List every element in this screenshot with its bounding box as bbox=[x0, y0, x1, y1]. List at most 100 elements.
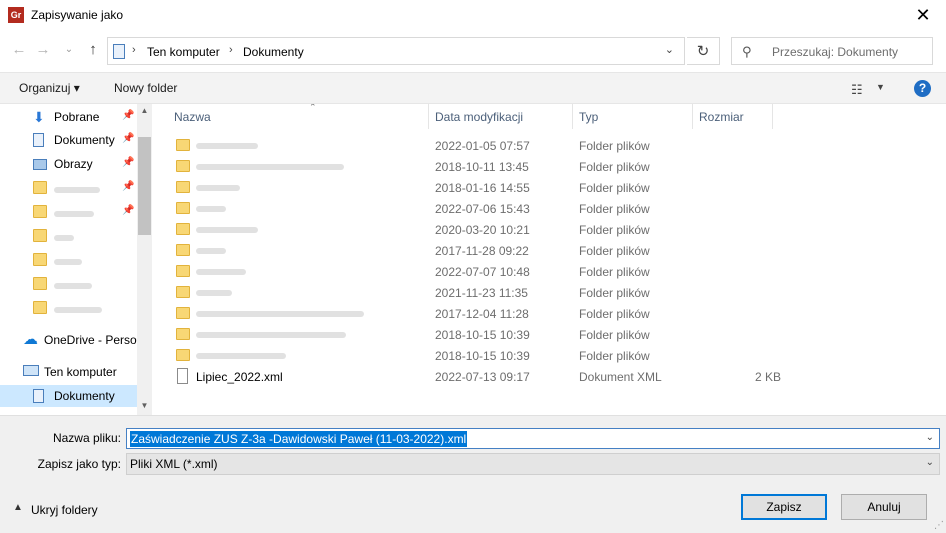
file-list[interactable]: Nazwa ⌃ Data modyfikacji Typ Rozmiar 202… bbox=[152, 104, 946, 415]
file-type: Folder plików bbox=[579, 328, 650, 342]
breadcrumb-documents[interactable]: Dokumenty bbox=[243, 45, 304, 59]
redacted-label bbox=[196, 206, 226, 212]
filetype-select[interactable]: Pliki XML (*.xml) ⌄ bbox=[126, 453, 940, 475]
save-button[interactable]: Zapisz bbox=[741, 494, 827, 520]
file-type: Folder plików bbox=[579, 181, 650, 195]
sidebar-item[interactable]: Ten komputer bbox=[0, 361, 137, 383]
navigation-bar: ← → ⌄ ↑ › Ten komputer › Dokumenty ⌄ ↻ ⚲… bbox=[0, 34, 946, 68]
xml-file-icon bbox=[177, 368, 188, 384]
file-type: Folder plików bbox=[579, 223, 650, 237]
sidebar-item-label: Dokumenty bbox=[54, 389, 115, 403]
redacted-label bbox=[196, 143, 258, 149]
folder-icon bbox=[33, 229, 47, 242]
address-dropdown-icon[interactable]: ⌄ bbox=[665, 43, 674, 56]
breadcrumb-separator-icon[interactable]: › bbox=[229, 44, 233, 56]
file-type: Folder plików bbox=[579, 139, 650, 153]
sidebar-item-label: Obrazy bbox=[54, 157, 93, 171]
chevron-down-icon[interactable]: ⌄ bbox=[926, 457, 934, 468]
view-options-icon[interactable]: ☷ bbox=[851, 82, 863, 98]
modified-date: 2022-07-07 10:48 bbox=[435, 265, 530, 279]
folder-icon bbox=[33, 181, 47, 194]
search-box[interactable]: ⚲ Przeszukaj: Dokumenty bbox=[731, 37, 933, 65]
sidebar-scrollbar[interactable]: ▲ ▼ bbox=[137, 104, 152, 415]
up-arrow-icon[interactable]: ↑ bbox=[84, 40, 102, 60]
sidebar-item[interactable]: 📌 bbox=[0, 201, 137, 223]
sidebar-item[interactable]: Obrazy 📌 bbox=[0, 153, 137, 175]
modified-date: 2018-10-15 10:39 bbox=[435, 328, 530, 342]
redacted-label bbox=[196, 164, 344, 170]
table-row[interactable]: 2021-11-23 11:35 Folder plików bbox=[168, 282, 938, 303]
documents-icon bbox=[33, 389, 44, 403]
sidebar-item[interactable]: ⬇ Pobrane 📌 bbox=[0, 106, 137, 128]
redacted-label bbox=[196, 311, 364, 317]
modified-date: 2018-10-11 13:45 bbox=[435, 160, 529, 174]
documents-icon bbox=[113, 44, 125, 59]
sidebar-item[interactable] bbox=[0, 273, 137, 295]
table-row[interactable]: Lipiec_2022.xml 2022-07-13 09:17 Dokument … bbox=[168, 366, 938, 387]
table-row[interactable]: 2022-07-07 10:48 Folder plików bbox=[168, 261, 938, 282]
sidebar-item[interactable]: ☁ OneDrive - Perso bbox=[0, 329, 137, 351]
filename-value[interactable]: Zaświadczenie ZUS Z-3a -Dawidowski Paweł… bbox=[130, 431, 468, 447]
resize-grip-icon[interactable]: ⋰ bbox=[934, 520, 944, 531]
table-row[interactable]: 2022-07-06 15:43 Folder plików bbox=[168, 198, 938, 219]
table-row[interactable]: 2022-01-05 07:57 Folder plików bbox=[168, 135, 938, 156]
folder-icon bbox=[33, 301, 47, 314]
file-type: Folder plików bbox=[579, 244, 650, 258]
chevron-down-icon[interactable]: ⌄ bbox=[926, 432, 934, 443]
folder-icon bbox=[176, 223, 190, 235]
scroll-up-icon[interactable]: ▲ bbox=[137, 106, 152, 115]
save-panel: Nazwa pliku: Zaświadczenie ZUS Z-3a -Daw… bbox=[0, 415, 946, 533]
navigation-pane[interactable]: ⬇ Pobrane 📌 Dokumenty 📌 Obrazy 📌 📌 📌 ☁ OneDrive - … bbox=[0, 104, 152, 415]
forward-arrow-icon[interactable]: → bbox=[34, 40, 52, 60]
modified-date: 2022-07-06 15:43 bbox=[435, 202, 530, 216]
sidebar-item[interactable]: Dokumenty bbox=[0, 385, 137, 407]
redacted-label bbox=[54, 187, 100, 193]
table-row[interactable]: 2020-03-20 10:21 Folder plików bbox=[168, 219, 938, 240]
redacted-label bbox=[196, 185, 240, 191]
pin-icon: 📌 bbox=[122, 110, 135, 121]
table-row[interactable]: 2018-10-11 13:45 Folder plików bbox=[168, 156, 938, 177]
redacted-label bbox=[54, 307, 102, 313]
recent-locations-dropdown-icon[interactable]: ⌄ bbox=[60, 40, 78, 60]
redacted-label bbox=[196, 332, 346, 338]
breadcrumb-this-pc[interactable]: Ten komputer bbox=[147, 45, 220, 59]
modified-date: 2018-10-15 10:39 bbox=[435, 349, 530, 363]
table-row[interactable]: 2017-11-28 09:22 Folder plików bbox=[168, 240, 938, 261]
column-header-label: Rozmiar bbox=[699, 110, 744, 124]
address-bar[interactable]: › Ten komputer › Dokumenty ⌄ bbox=[107, 37, 685, 65]
file-type: Folder plików bbox=[579, 286, 650, 300]
folder-icon bbox=[176, 265, 190, 277]
cancel-button[interactable]: Anuluj bbox=[841, 494, 927, 520]
file-size: 2 KB bbox=[754, 370, 781, 384]
breadcrumb-separator-icon[interactable]: › bbox=[132, 44, 136, 56]
file-type: Folder plików bbox=[579, 307, 650, 321]
sidebar-item[interactable] bbox=[0, 297, 137, 319]
folder-icon bbox=[33, 253, 47, 266]
file-type: Folder plików bbox=[579, 265, 650, 279]
sidebar-item[interactable]: 📌 bbox=[0, 177, 137, 199]
table-row[interactable]: 2018-10-15 10:39 Folder plików bbox=[168, 345, 938, 366]
back-arrow-icon[interactable]: ← bbox=[10, 40, 28, 60]
refresh-button[interactable]: ↻ bbox=[687, 37, 720, 65]
sidebar-item[interactable] bbox=[0, 249, 137, 271]
scroll-thumb[interactable] bbox=[138, 137, 151, 235]
column-header-size[interactable]: Rozmiar bbox=[693, 104, 773, 129]
sidebar-item[interactable]: Dokumenty 📌 bbox=[0, 129, 137, 151]
close-button[interactable]: ✕ bbox=[900, 0, 946, 30]
help-icon[interactable]: ? bbox=[914, 80, 931, 97]
folder-icon bbox=[176, 307, 190, 319]
table-row[interactable]: 2018-10-15 10:39 Folder plików bbox=[168, 324, 938, 345]
column-header-type[interactable]: Typ bbox=[573, 104, 693, 129]
column-header-date[interactable]: Data modyfikacji bbox=[429, 104, 573, 129]
column-header-label: Typ bbox=[579, 110, 599, 124]
new-folder-button[interactable]: Nowy folder bbox=[114, 81, 177, 95]
table-row[interactable]: 2017-12-04 11:28 Folder plików bbox=[168, 303, 938, 324]
organize-button[interactable]: Organizuj ▾ bbox=[19, 81, 80, 95]
view-dropdown-icon[interactable]: ▼ bbox=[876, 82, 885, 92]
redacted-label bbox=[196, 290, 232, 296]
sidebar-item[interactable] bbox=[0, 225, 137, 247]
filename-input[interactable]: Zaświadczenie ZUS Z-3a -Dawidowski Paweł… bbox=[126, 428, 940, 449]
scroll-down-icon[interactable]: ▼ bbox=[137, 401, 152, 410]
table-row[interactable]: 2018-01-16 14:55 Folder plików bbox=[168, 177, 938, 198]
column-header-name[interactable]: Nazwa ⌃ bbox=[168, 104, 429, 129]
